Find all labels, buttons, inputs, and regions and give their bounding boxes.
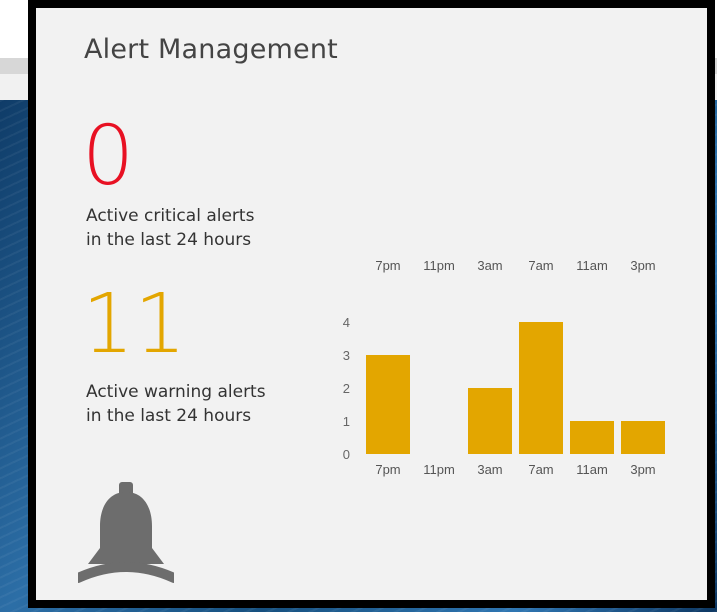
- warning-alert-description: Active warning alerts in the last 24 hou…: [86, 380, 326, 428]
- y-tick-label: 3: [343, 348, 350, 363]
- y-tick-label: 2: [343, 381, 350, 396]
- bar-7am: [519, 322, 563, 454]
- alert-management-tile[interactable]: Alert Management 0 Active critical alert…: [28, 0, 715, 608]
- tile-title: Alert Management: [84, 34, 338, 65]
- y-tick-label: 4: [343, 315, 350, 330]
- chart-top-label: 11am: [576, 258, 608, 273]
- chart-top-label: 3pm: [630, 258, 655, 273]
- x-tick-label: 11am: [576, 462, 608, 477]
- critical-desc-line1: Active critical alerts: [86, 206, 255, 226]
- alerts-bar-chart: 7pm 11pm 3am 7am 11am 3pm 0 1 2 3 4 7pm 11pm 3am 7am 11…: [332, 240, 682, 480]
- chart-top-label: 3am: [477, 258, 502, 273]
- warning-desc-line2: in the last 24 hours: [86, 406, 252, 426]
- y-tick-label: 0: [343, 447, 350, 462]
- warning-alert-count: 11: [82, 277, 187, 372]
- bar-11am: [570, 421, 614, 454]
- bar-3pm: [621, 421, 665, 454]
- critical-alert-description: Active critical alerts in the last 24 ho…: [86, 204, 326, 252]
- warning-desc-line1: Active warning alerts: [86, 382, 266, 402]
- bell-icon: [73, 482, 179, 588]
- critical-desc-line2: in the last 24 hours: [86, 230, 252, 250]
- x-tick-label: 7am: [528, 462, 553, 477]
- chart-top-label: 7pm: [375, 258, 400, 273]
- alerts-chart-svg: 7pm 11pm 3am 7am 11am 3pm 0 1 2 3 4 7pm 11pm 3am 7am 11…: [343, 258, 665, 477]
- y-tick-label: 1: [343, 414, 350, 429]
- bar-3am: [468, 388, 512, 454]
- bar-7pm: [366, 355, 410, 454]
- chart-top-label: 11pm: [423, 258, 455, 273]
- tile-body: Alert Management 0 Active critical alert…: [36, 8, 707, 600]
- x-tick-label: 3pm: [630, 462, 655, 477]
- x-tick-label: 7pm: [375, 462, 400, 477]
- chart-top-label: 7am: [528, 258, 553, 273]
- critical-alert-count: 0: [82, 109, 135, 204]
- x-tick-label: 11pm: [423, 462, 455, 477]
- x-tick-label: 3am: [477, 462, 502, 477]
